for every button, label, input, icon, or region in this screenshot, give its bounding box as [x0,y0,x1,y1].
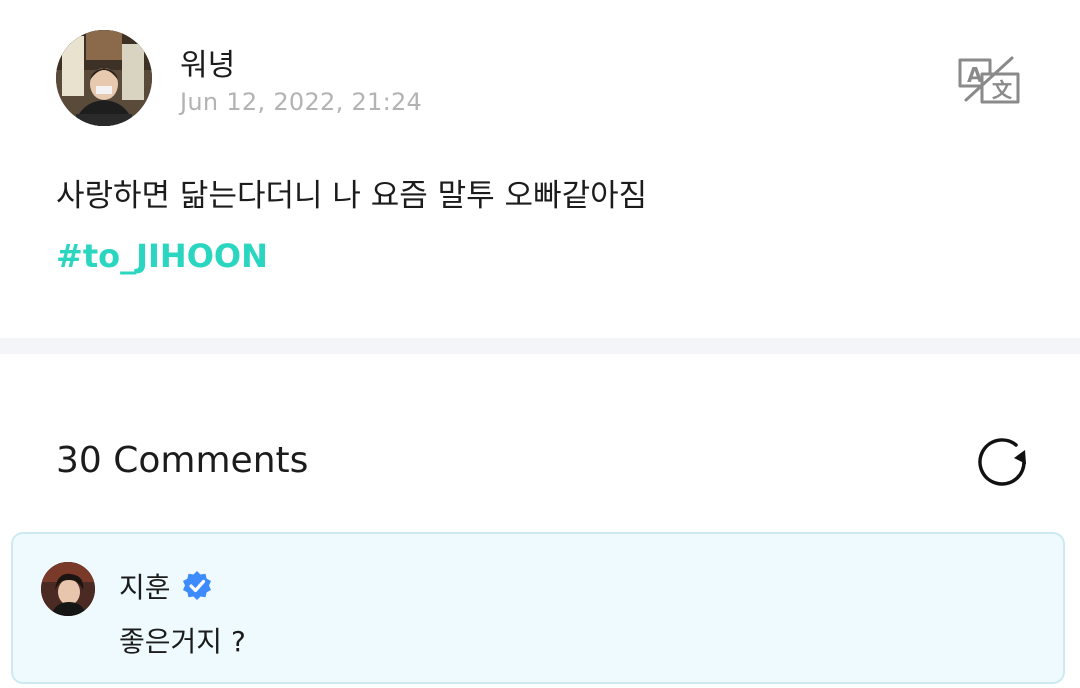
comment-item[interactable]: 지훈 좋은거지 ? [11,532,1065,684]
post-screen: 워녕 Jun 12, 2022, 21:24 A 文 사랑하면 닮는다더니 나 … [0,0,1080,688]
comment-author[interactable]: 지훈 [119,566,171,606]
svg-text:文: 文 [992,78,1013,102]
post-timestamp: Jun 12, 2022, 21:24 [180,88,423,116]
refresh-icon [978,438,1026,486]
post-text: 사랑하면 닮는다더니 나 요즘 말투 오빠같아짐 [56,178,648,214]
translate-icon: A 文 [958,56,1020,104]
comments-count: 30 Comments [56,440,309,481]
commenter-avatar[interactable] [41,562,95,616]
comments-header: 30 Comments [56,436,1032,488]
hashtag-link[interactable]: #to_JIHOON [56,237,268,275]
author-avatar[interactable] [56,30,152,126]
verified-badge-icon [182,571,211,600]
section-divider [0,338,1080,354]
comment-text: 좋은거지 ? [119,625,246,658]
author-name[interactable]: 워녕 [180,40,235,84]
translate-button[interactable]: A 文 [956,54,1024,106]
post-header: 워녕 Jun 12, 2022, 21:24 A 文 [56,30,1024,130]
comment-author-row: 지훈 [119,568,213,604]
refresh-button[interactable] [976,436,1032,488]
post-body: 사랑하면 닮는다더니 나 요즘 말투 오빠같아짐 #to_JIHOON [56,170,1024,275]
